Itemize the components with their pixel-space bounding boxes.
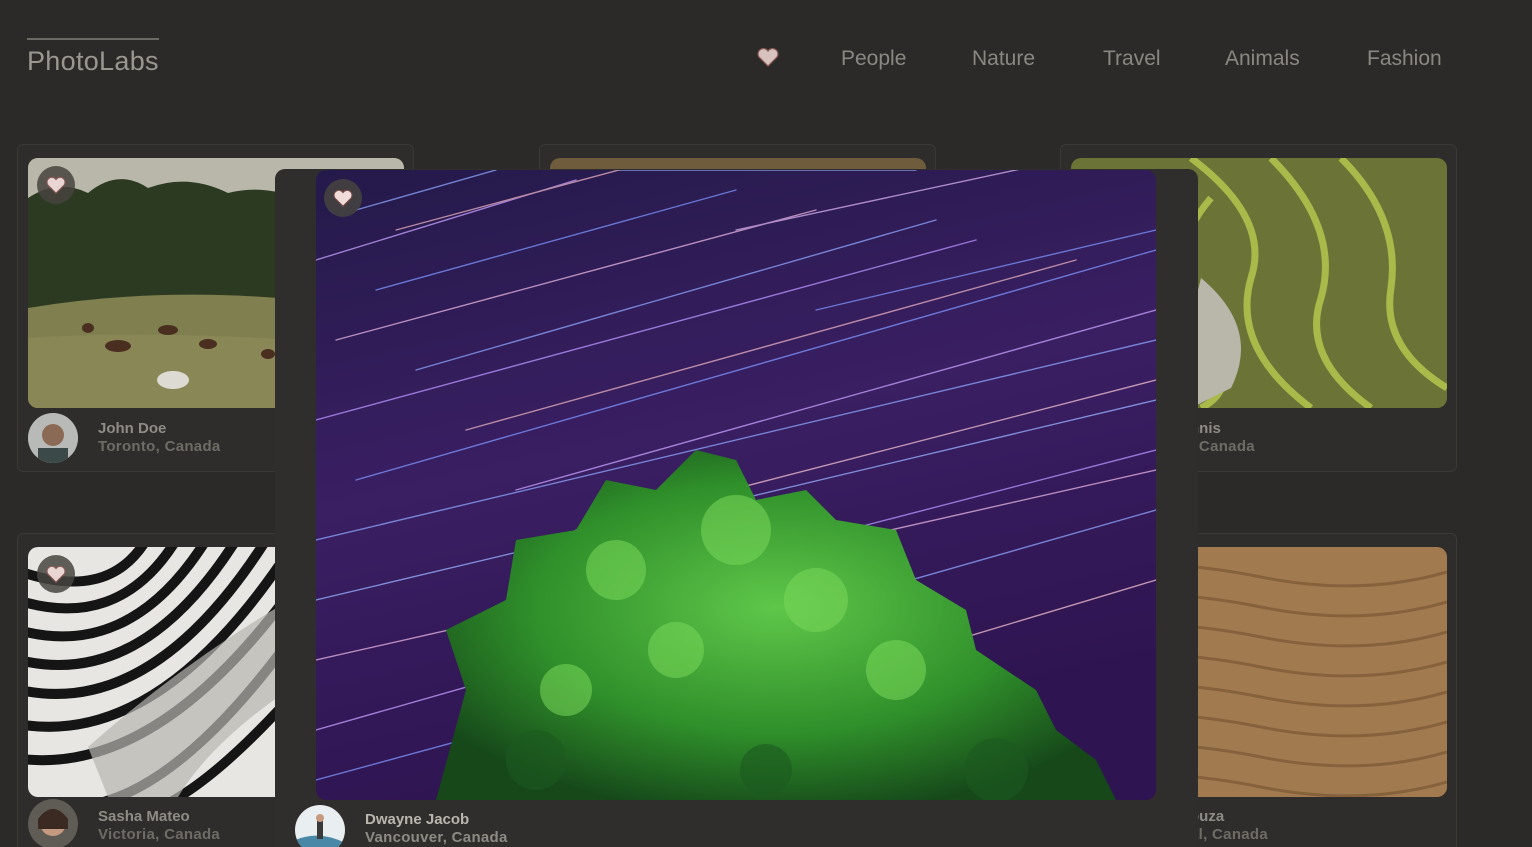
heart-icon: [46, 176, 66, 194]
user-name: Dwayne Jacob: [365, 811, 470, 828]
favorite-button[interactable]: [37, 166, 75, 204]
heart-icon: [46, 565, 66, 583]
favorite-button[interactable]: [324, 179, 362, 217]
user-location: Toronto, Canada: [98, 438, 221, 455]
user-location: Victoria, Canada: [98, 826, 221, 843]
favorite-button[interactable]: [37, 555, 75, 593]
app-logo[interactable]: PhotoLabs: [27, 38, 159, 77]
top-nav: PhotoLabs People Nature Travel Animals F…: [0, 0, 1532, 110]
avatar: [295, 805, 345, 847]
topic-fashion[interactable]: Fashion: [1367, 47, 1442, 71]
topic-nature[interactable]: Nature: [972, 47, 1035, 71]
topic-travel[interactable]: Travel: [1103, 47, 1161, 71]
user-location: Vancouver, Canada: [365, 829, 508, 846]
heart-icon[interactable]: [756, 46, 780, 68]
user-location: , Canada: [1190, 438, 1255, 455]
topic-animals[interactable]: Animals: [1225, 47, 1300, 71]
user-name: Sasha Mateo: [98, 808, 190, 825]
modal-photo-image[interactable]: [316, 170, 1156, 800]
user-name: John Doe: [98, 420, 167, 437]
avatar: [28, 413, 78, 463]
user-location: al, Canada: [1190, 826, 1269, 843]
topic-people[interactable]: People: [841, 47, 906, 71]
avatar: [28, 799, 78, 847]
heart-icon: [333, 189, 353, 207]
photo-details-modal: Dwayne Jacob Vancouver, Canada: [275, 169, 1198, 847]
